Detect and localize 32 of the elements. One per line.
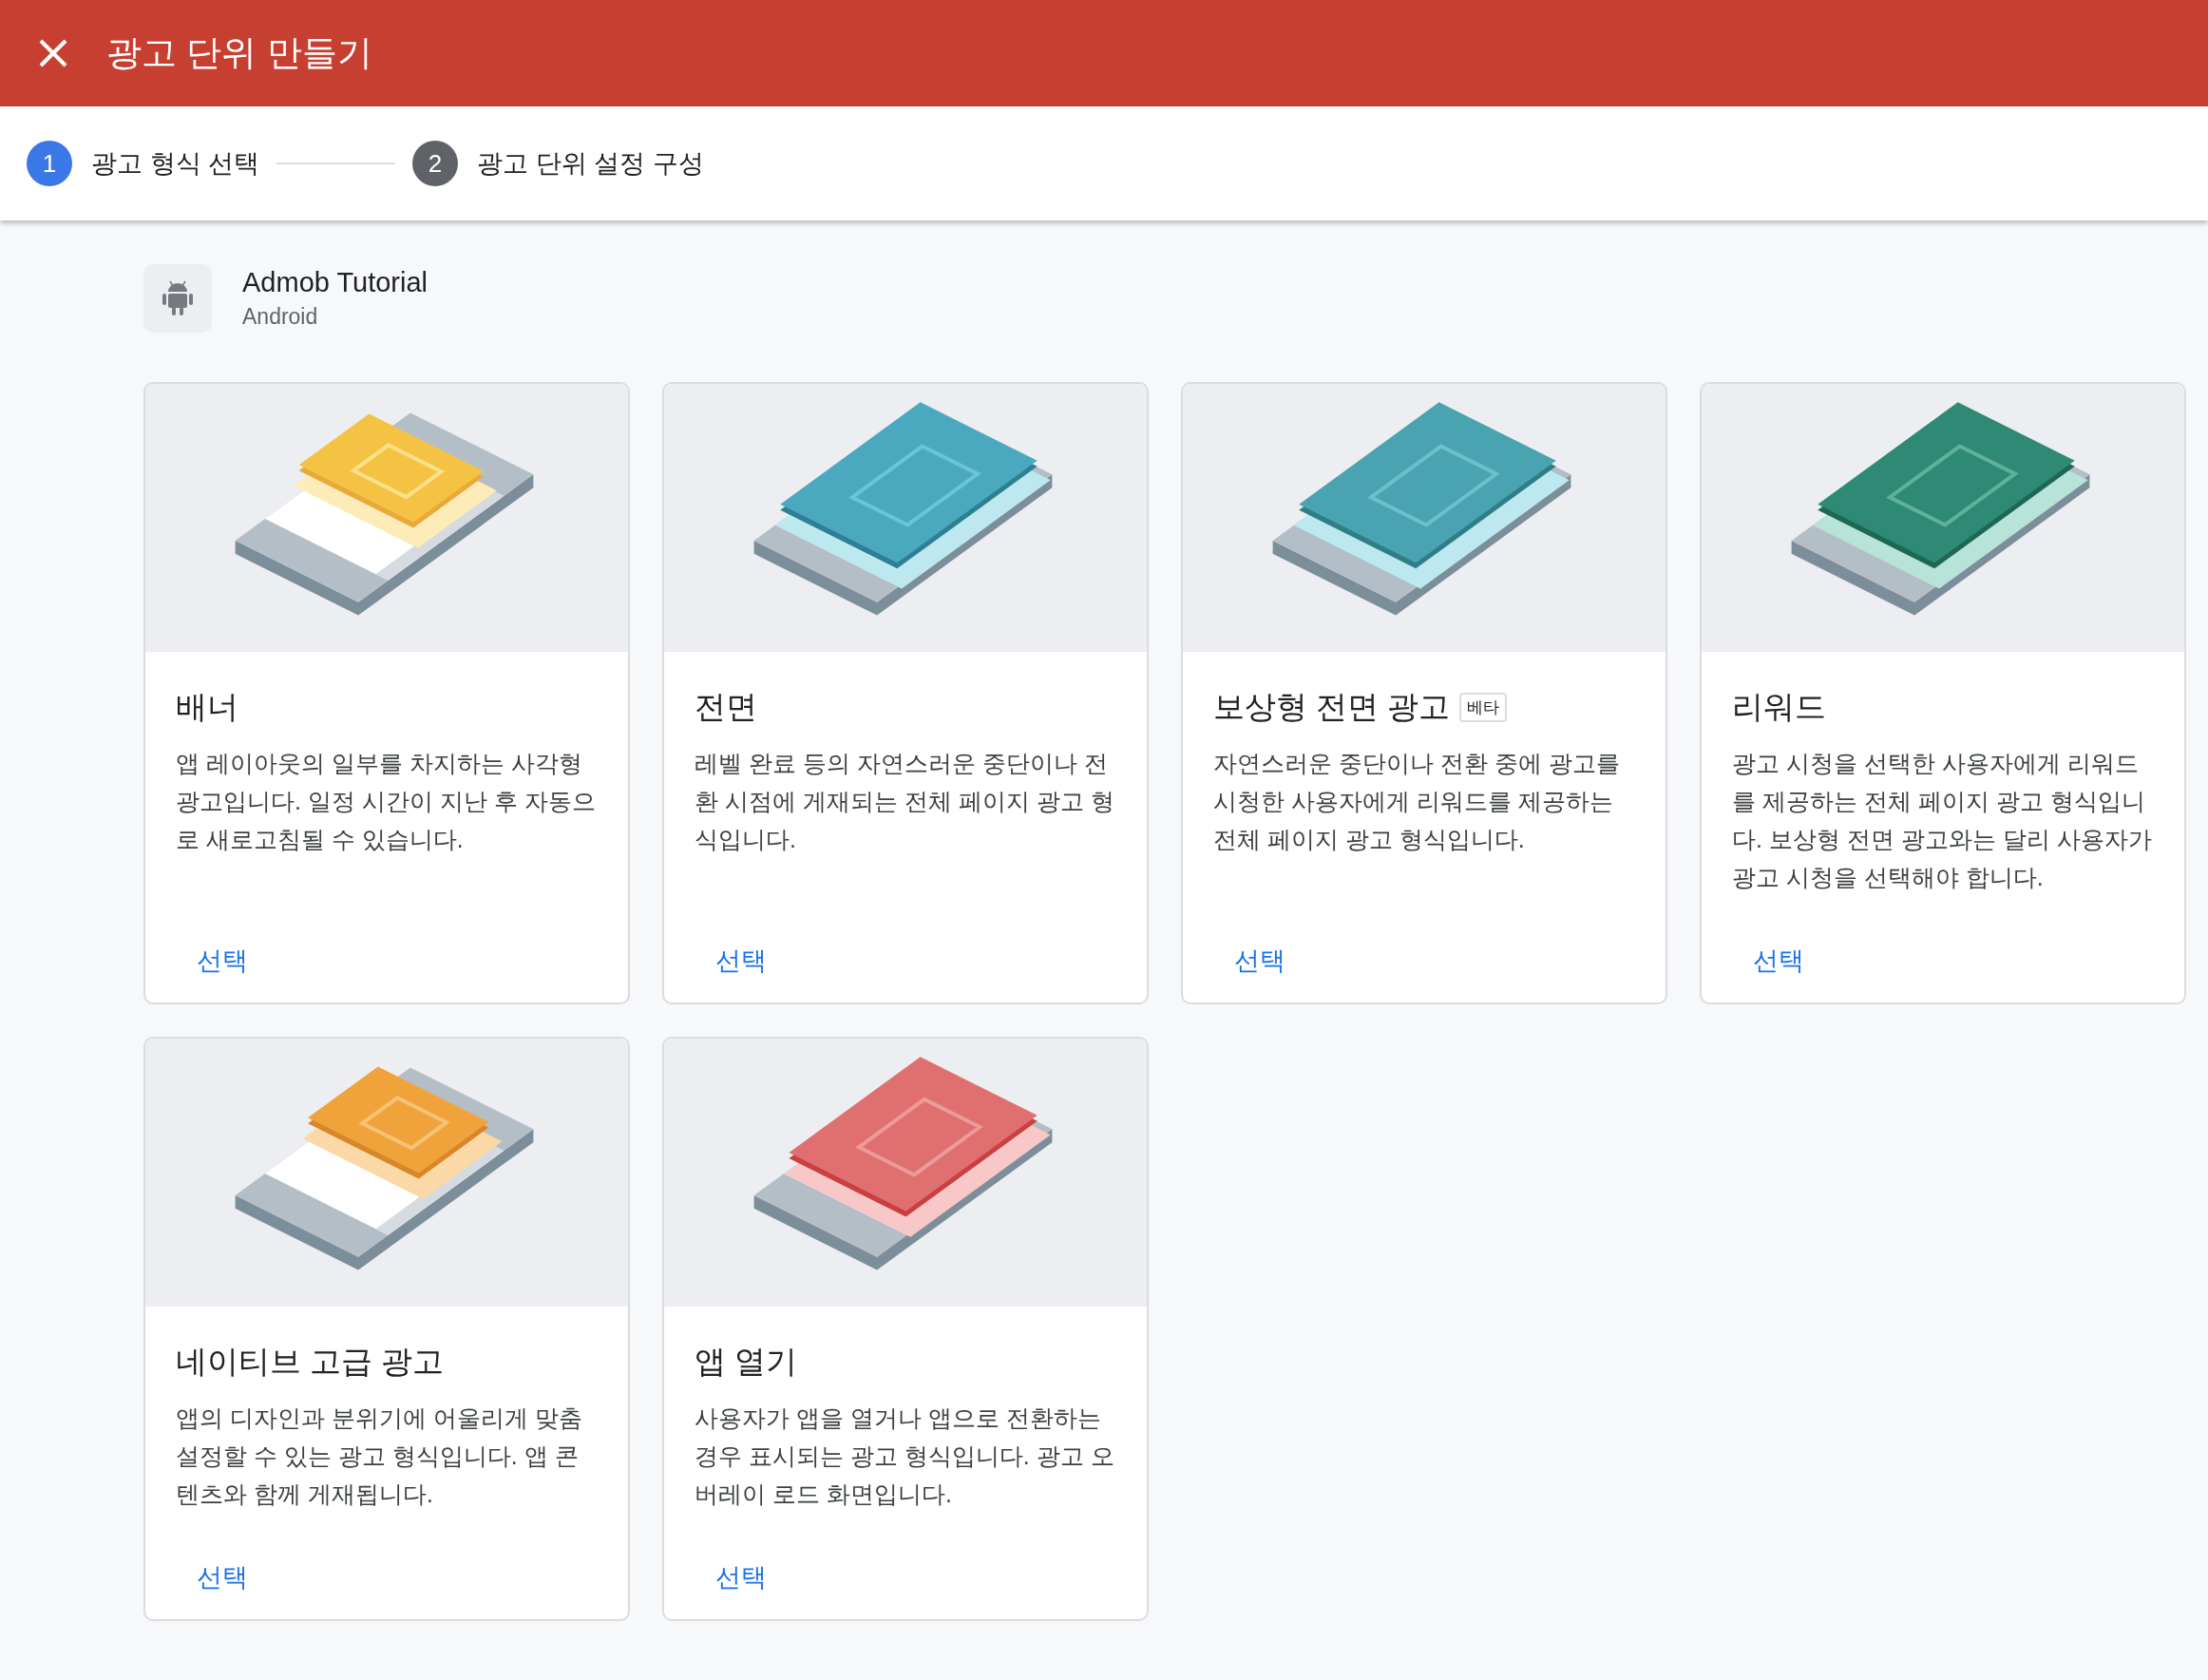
format-description: 자연스러운 중단이나 전환 중에 광고를 시청한 사용자에게 리워드를 제공하는 전체 페이지 광고 형식입니다. — [1213, 749, 1621, 854]
format-description: 앱 레이아웃의 일부를 차지하는 사각형 광고입니다. 일정 시간이 지난 후 자동으로 새로고침될 수 있습니다. — [176, 749, 597, 854]
app-name: Admob Tutorial — [242, 267, 428, 298]
select-button[interactable]: 선택 — [176, 1551, 269, 1604]
format-title: 전면 — [695, 688, 757, 726]
step-number: 1 — [27, 141, 72, 186]
beta-badge: 베타 — [1459, 693, 1508, 722]
format-description: 사용자가 앱을 열거나 앱으로 전환하는 경우 표시되는 광고 형식입니다. 광고 오버레이 로드 화면입니다. — [695, 1403, 1115, 1509]
format-description: 광고 시청을 선택한 사용자에게 리워드를 제공하는 전체 페이지 광고 형식입니다. 보상형 전면 광고와는 달리 사용자가 광고 시청을 선택해야 합니다. — [1732, 749, 2153, 892]
format-description: 레벨 완료 등의 자연스러운 중단이나 전환 시점에 게재되는 전체 페이지 광고 형식입니다. — [695, 749, 1115, 854]
format-card[interactable]: 리워드 광고 시청을 선택한 사용자에게 리워드를 제공하는 전체 페이지 광고 형식입니다. 보상형 전면 광고와는 달리 사용자가 광고 시청을 선택해야 합니다. 선택 — [1700, 382, 2186, 1004]
format-title: 네이티브 고급 광고 — [176, 1343, 445, 1381]
format-card[interactable]: 네이티브 고급 광고 앱의 디자인과 분위기에 어울리게 맞춤 설정할 수 있는 광고 형식입니다. 앱 콘텐츠와 함께 게재됩니다. 선택 — [143, 1037, 630, 1621]
format-description: 앱의 디자인과 분위기에 어울리게 맞춤 설정할 수 있는 광고 형식입니다. 앱 콘텐츠와 함께 게재됩니다. — [176, 1403, 583, 1509]
step-number: 2 — [412, 141, 458, 186]
app-platform: Android — [242, 304, 319, 330]
select-button[interactable]: 선택 — [1213, 934, 1306, 987]
format-title: 앱 열기 — [695, 1343, 798, 1381]
select-button[interactable]: 선택 — [1732, 934, 1825, 987]
format-title: 보상형 전면 광고 — [1213, 688, 1451, 726]
format-title: 배너 — [176, 688, 238, 726]
step-label: 광고 단위 설정 구성 — [477, 148, 704, 180]
format-card[interactable]: 보상형 전면 광고 베타 자연스러운 중단이나 전환 중에 광고를 시청한 사용자에게 리워드를 제공하는 전체 페이지 광고 형식입니다. 선택 — [1181, 382, 1667, 1004]
select-button[interactable]: 선택 — [695, 934, 788, 987]
select-button[interactable]: 선택 — [695, 1551, 788, 1604]
format-card[interactable]: 전면 레벨 완료 등의 자연스러운 중단이나 전환 시점에 게재되는 전체 페이지 광고 형식입니다. 선택 — [662, 382, 1149, 1004]
step-label: 광고 형식 선택 — [91, 148, 259, 180]
format-title: 리워드 — [1732, 688, 1826, 726]
select-button[interactable]: 선택 — [176, 934, 269, 987]
format-card[interactable]: 배너 앱 레이아웃의 일부를 차지하는 사각형 광고입니다. 일정 시간이 지난 후 자동으로 새로고침될 수 있습니다. 선택 — [143, 382, 630, 1004]
format-card[interactable]: 앱 열기 사용자가 앱을 열거나 앱으로 전환하는 경우 표시되는 광고 형식입니다. 광고 오버레이 로드 화면입니다. 선택 — [662, 1037, 1149, 1621]
page-title: 광고 단위 만들기 — [106, 32, 372, 74]
